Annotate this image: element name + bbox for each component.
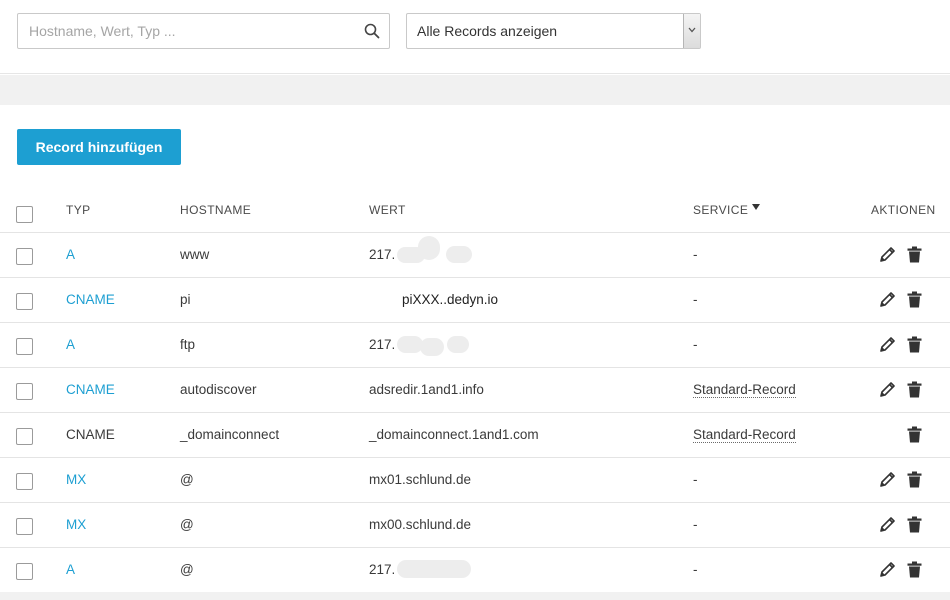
column-header-aktionen: AKTIONEN [871, 203, 936, 217]
record-type: CNAME [66, 427, 115, 442]
redaction-mark [447, 336, 469, 353]
redaction-mark [397, 336, 423, 353]
table-row: MX @ mx01.schlund.de - [0, 458, 950, 503]
record-service: - [693, 337, 698, 352]
sort-descending-icon[interactable] [752, 204, 760, 210]
record-value: 217. [369, 337, 396, 352]
search-input[interactable] [18, 14, 358, 48]
row-checkbox[interactable] [16, 473, 33, 490]
delete-trash-icon[interactable] [907, 246, 922, 263]
record-value: adsredir.1and1.info [369, 382, 484, 397]
delete-trash-icon[interactable] [907, 336, 922, 353]
edit-pencil-icon[interactable] [879, 516, 896, 533]
row-checkbox[interactable] [16, 563, 33, 580]
record-service: - [693, 292, 698, 307]
delete-trash-icon[interactable] [907, 561, 922, 578]
edit-pencil-icon[interactable] [879, 291, 896, 308]
column-header-hostname[interactable]: HOSTNAME [180, 203, 251, 217]
record-hostname: @ [180, 472, 194, 487]
table-row: MX @ mx00.schlund.de - [0, 503, 950, 548]
delete-trash-icon[interactable] [907, 426, 922, 443]
record-value: 217. [369, 247, 396, 262]
record-service[interactable]: Standard-Record [693, 427, 796, 443]
delete-trash-icon[interactable] [907, 516, 922, 533]
add-record-button[interactable]: Record hinzufügen [17, 129, 181, 165]
record-hostname: www [180, 247, 210, 262]
edit-pencil-icon[interactable] [879, 381, 896, 398]
record-type[interactable]: CNAME [66, 292, 115, 307]
record-filter-value: Alle Records anzeigen [417, 23, 558, 39]
row-checkbox[interactable] [16, 383, 33, 400]
row-checkbox[interactable] [16, 293, 33, 310]
edit-pencil-icon[interactable] [879, 471, 896, 488]
record-type[interactable]: CNAME [66, 382, 115, 397]
column-header-typ[interactable]: TYP [66, 203, 91, 217]
table-row: Awww 217. - [0, 233, 950, 278]
record-service: - [693, 247, 698, 262]
redaction-mark [418, 236, 440, 260]
delete-trash-icon[interactable] [907, 291, 922, 308]
edit-pencil-icon[interactable] [879, 246, 896, 263]
table-row: CNAME _domainconnect _domainconnect.1and1.… [0, 413, 950, 458]
record-type[interactable]: MX [66, 472, 86, 487]
row-checkbox[interactable] [16, 518, 33, 535]
redaction-mark [397, 560, 471, 578]
record-value: 217. [369, 562, 396, 577]
edit-pencil-icon[interactable] [879, 561, 896, 578]
redaction-mark [420, 338, 444, 356]
record-service: - [693, 472, 698, 487]
record-type[interactable]: A [66, 247, 75, 262]
record-value: _domainconnect.1and1.com [369, 427, 539, 442]
record-type[interactable]: A [66, 337, 75, 352]
row-checkbox[interactable] [16, 338, 33, 355]
delete-trash-icon[interactable] [907, 471, 922, 488]
record-filter-select[interactable]: Alle Records anzeigen [406, 13, 701, 49]
select-all-checkbox[interactable] [16, 206, 33, 223]
table-row: CNAME autodiscover adsredir.1and1.info Stan… [0, 368, 950, 413]
record-hostname: @ [180, 562, 194, 577]
record-hostname: pi [180, 292, 191, 307]
row-checkbox[interactable] [16, 248, 33, 265]
record-hostname: @ [180, 517, 194, 532]
record-type[interactable]: A [66, 562, 75, 577]
record-hostname: ftp [180, 337, 196, 352]
record-service: - [693, 517, 698, 532]
record-type[interactable]: MX [66, 517, 86, 532]
table-row: Aftp 217. - [0, 323, 950, 368]
record-hostname: _domainconnect [180, 427, 280, 442]
edit-pencil-icon[interactable] [879, 336, 896, 353]
table-row: A @217. - [0, 548, 950, 593]
record-value: mx00.schlund.de [369, 517, 472, 532]
footer-band [0, 592, 950, 600]
filter-bar: Alle Records anzeigen [0, 0, 950, 74]
search-box[interactable] [17, 13, 390, 49]
record-service: - [693, 562, 698, 577]
row-checkbox[interactable] [16, 428, 33, 445]
search-icon[interactable] [364, 23, 380, 39]
redaction-mark [446, 246, 472, 263]
column-header-wert[interactable]: WERT [369, 203, 406, 217]
record-value: mx01.schlund.de [369, 472, 472, 487]
record-hostname: autodiscover [180, 382, 257, 397]
table-row: CNAME pi piXXX..dedyn.io - [0, 278, 950, 323]
record-service[interactable]: Standard-Record [693, 382, 796, 398]
column-header-service[interactable]: SERVICE [693, 203, 748, 217]
table-header: TYP HOSTNAME WERT SERVICE AKTIONEN [0, 188, 950, 233]
record-value: piXXX..dedyn.io [402, 292, 499, 307]
section-divider [0, 75, 950, 105]
delete-trash-icon[interactable] [907, 381, 922, 398]
chevron-down-icon[interactable] [683, 14, 700, 48]
